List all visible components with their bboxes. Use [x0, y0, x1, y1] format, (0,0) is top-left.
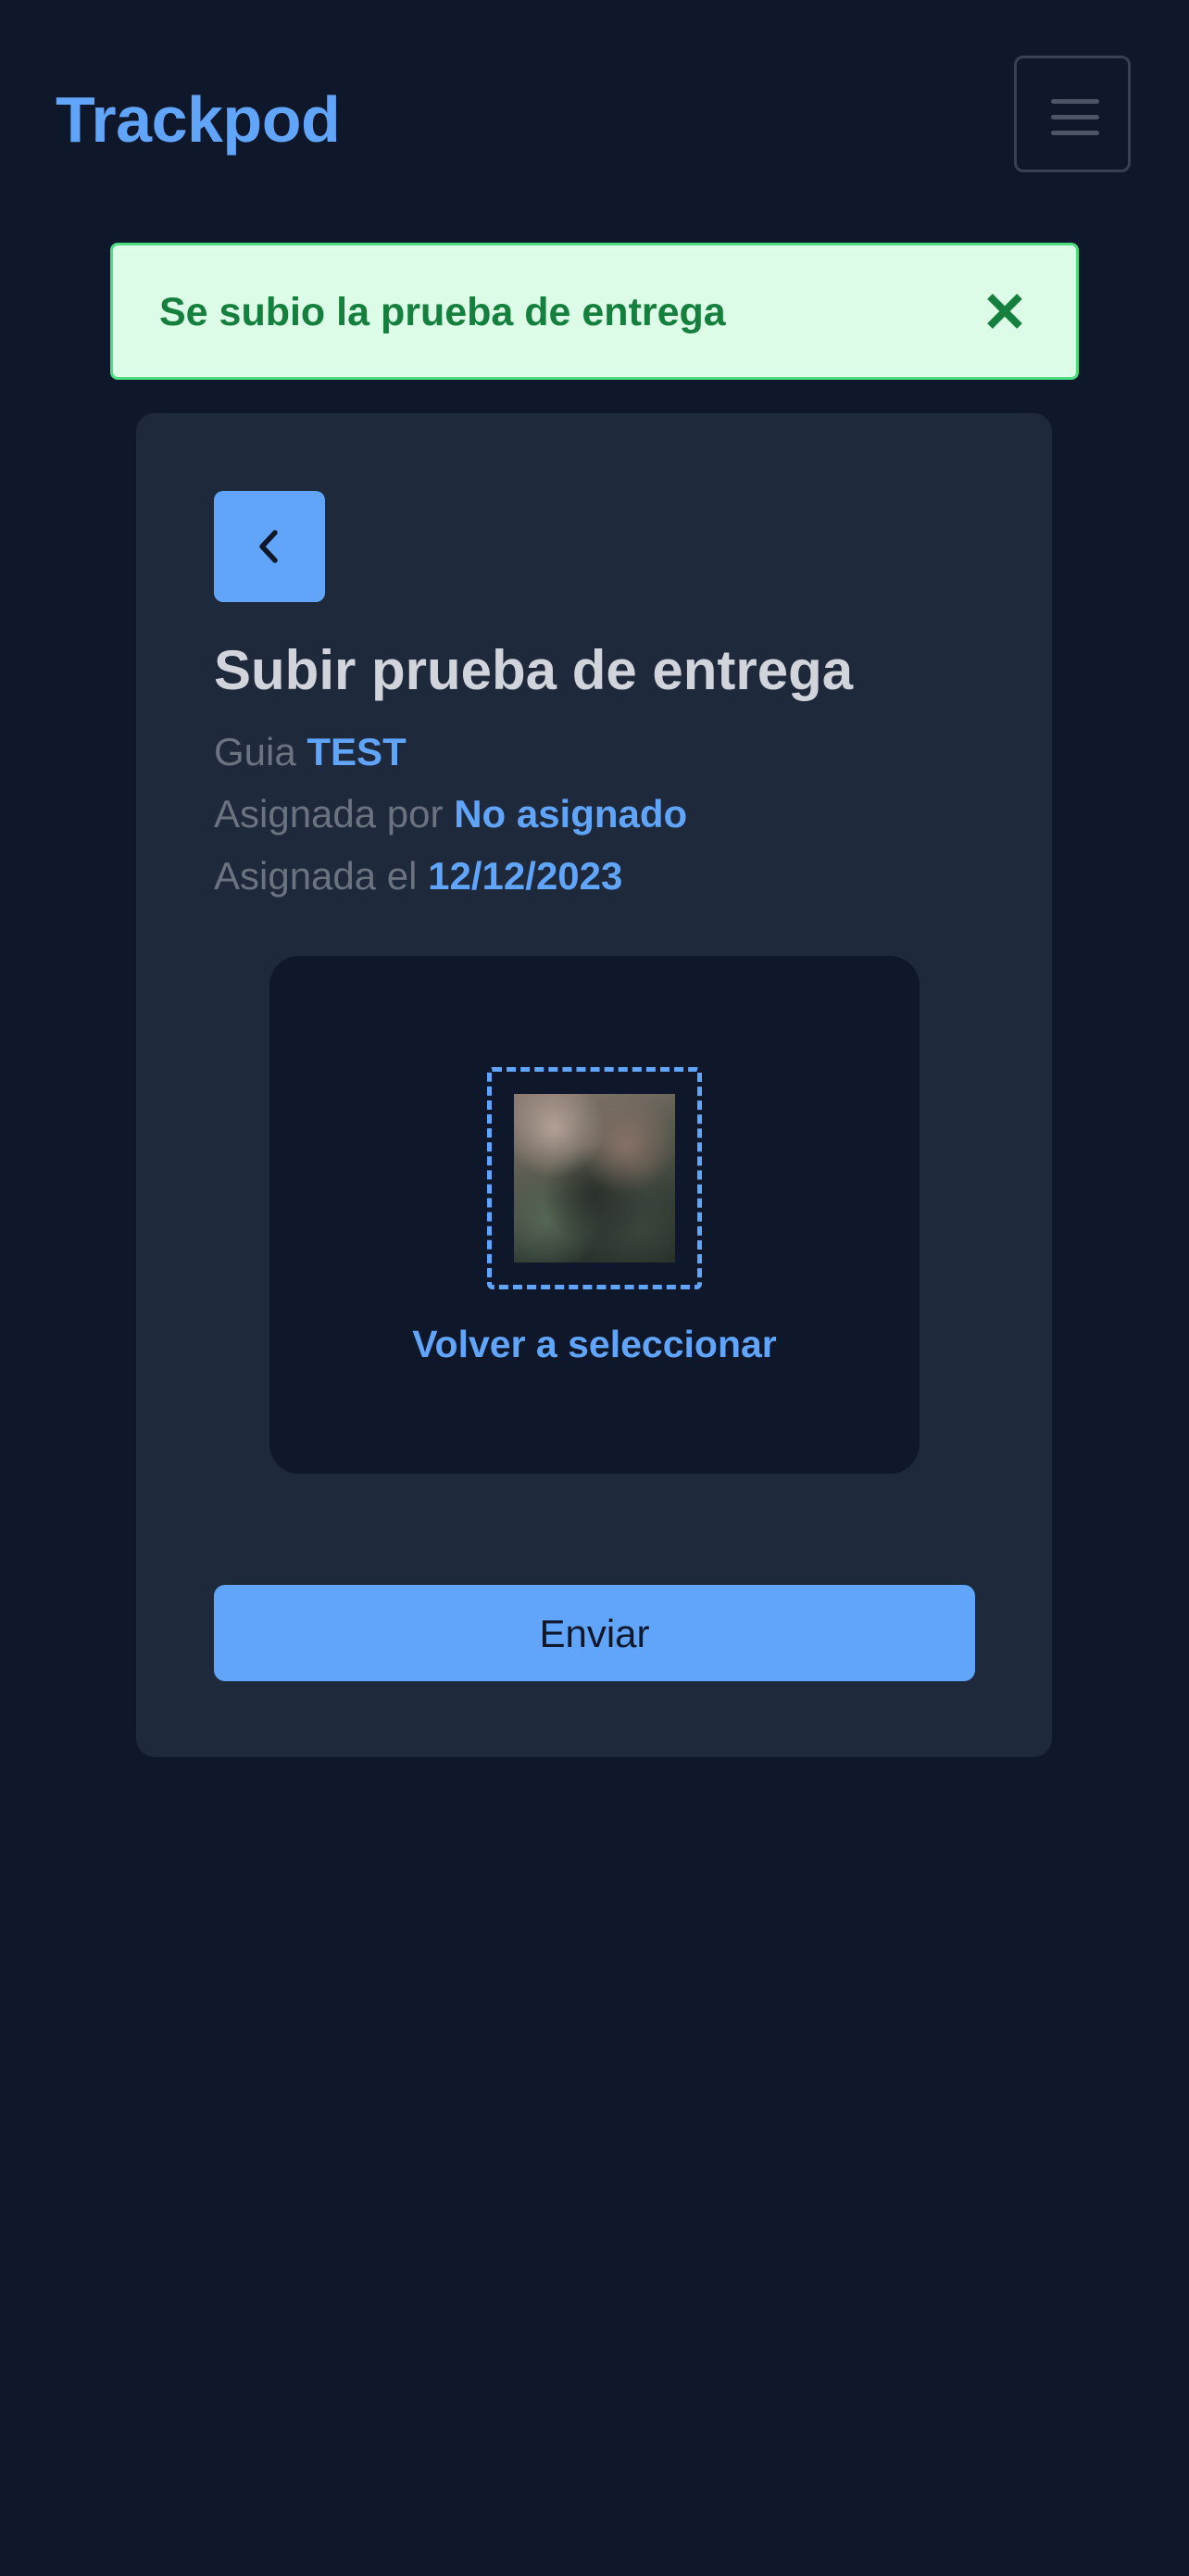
hamburger-menu-icon: [1051, 99, 1099, 104]
page-title: Subir prueba de entrega: [214, 639, 854, 701]
assigned-on-label: Asignada el: [214, 854, 418, 898]
menu-toggle-button[interactable]: [1014, 56, 1131, 172]
top-navbar: Trackpod: [0, 0, 1189, 232]
upload-proof-card: Subir prueba de entrega Guia TEST Asigna…: [136, 413, 1052, 1757]
guide-info: Guia TEST: [214, 724, 407, 780]
success-alert: Se subio la prueba de entrega: [110, 243, 1079, 380]
assigned-by-value: No asignado: [454, 792, 688, 836]
close-icon[interactable]: [982, 288, 1028, 334]
chevron-left-icon: [259, 530, 278, 563]
assigned-by-label: Asignada por: [214, 792, 444, 836]
submit-button[interactable]: Enviar: [214, 1585, 975, 1681]
back-button[interactable]: [214, 491, 325, 602]
uploaded-photo-thumbnail: [514, 1094, 675, 1263]
image-preview-frame[interactable]: [487, 1067, 702, 1289]
alert-message: Se subio la prueba de entrega: [159, 290, 726, 334]
assigned-on-value: 12/12/2023: [428, 854, 623, 898]
hamburger-menu-icon-bar: [1051, 131, 1099, 135]
guide-label: Guia: [214, 730, 296, 773]
brand-logo[interactable]: Trackpod: [56, 78, 341, 161]
hamburger-menu-icon-bar: [1051, 115, 1099, 119]
guide-value: TEST: [307, 730, 407, 773]
upload-dropzone[interactable]: Volver a seleccionar: [269, 956, 920, 1474]
assigned-on-info: Asignada el 12/12/2023: [214, 848, 622, 904]
reselect-link[interactable]: Volver a seleccionar: [269, 1319, 920, 1369]
assigned-by-info: Asignada por No asignado: [214, 786, 687, 842]
